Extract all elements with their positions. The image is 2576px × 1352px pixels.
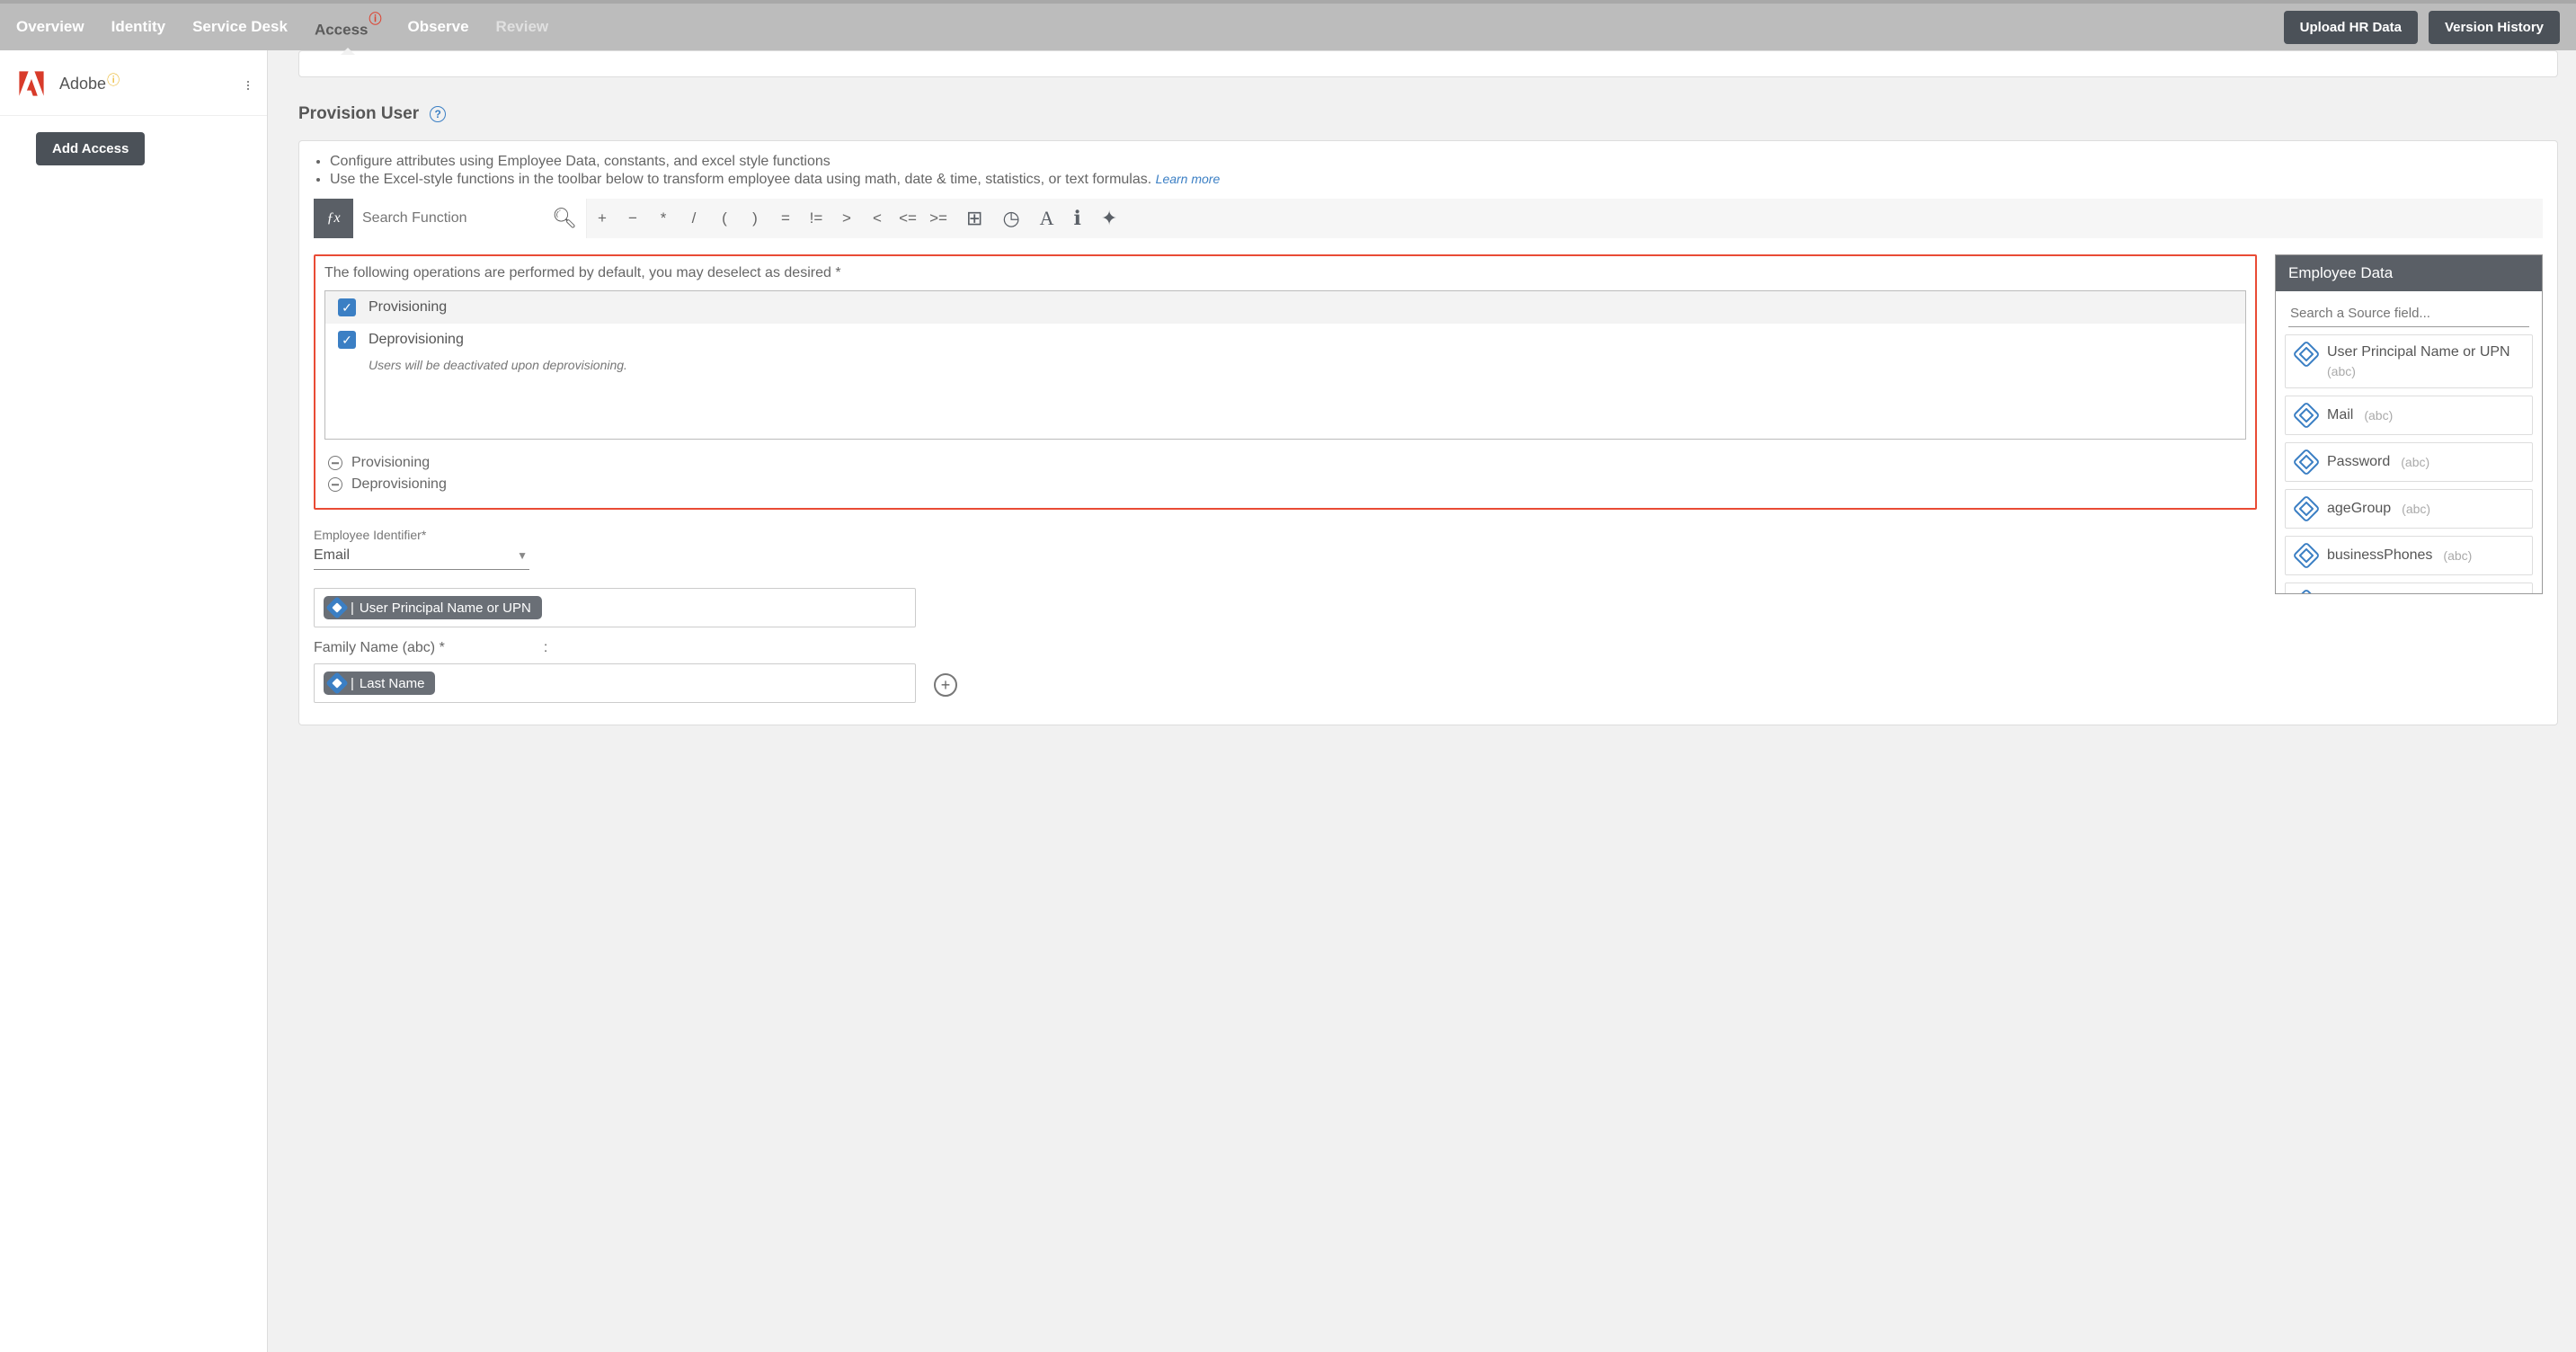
checkbox-provisioning[interactable]: ✓ xyxy=(338,298,356,316)
adobe-logo-icon xyxy=(16,68,47,99)
tab-identity[interactable]: Identity xyxy=(111,4,165,50)
misc-icon[interactable]: ✦ xyxy=(1101,207,1117,230)
employee-data-search[interactable] xyxy=(2288,300,2529,327)
operation-row-provisioning[interactable]: ✓ Provisioning xyxy=(325,291,2245,324)
summary-deprovisioning: Deprovisioning xyxy=(324,474,2246,495)
minus-circle-icon xyxy=(328,456,342,470)
op-lte[interactable]: <= xyxy=(893,199,923,238)
source-icon xyxy=(2292,448,2320,476)
employee-identifier-select[interactable]: Email ▼ xyxy=(314,544,529,570)
app-header: Adobeⓘ ··· xyxy=(0,50,267,116)
employee-data-list[interactable]: User Principal Name or UPN(abc) Mail(abc… xyxy=(2276,334,2542,593)
time-icon[interactable]: ◷ xyxy=(1002,207,1019,230)
select-value: Email xyxy=(314,547,350,564)
note-item: Use the Excel-style functions in the too… xyxy=(330,172,2543,188)
math-icon[interactable]: ⊞ xyxy=(966,207,982,230)
source-icon xyxy=(2292,541,2320,569)
add-access-button[interactable]: Add Access xyxy=(36,132,145,165)
main-content: Provision User ? Configure attributes us… xyxy=(268,50,2576,1352)
app-name: Adobe xyxy=(59,75,106,93)
text-icon[interactable]: A xyxy=(1040,207,1054,230)
operations-box: ✓ Provisioning ✓ Deprovisioning Users wi… xyxy=(324,290,2246,440)
note-item: Configure attributes using Employee Data… xyxy=(330,154,2543,170)
function-toolbar: ƒx 🔍︎ + − * / ( ) = != > < <= > xyxy=(314,199,2543,238)
tab-service-desk[interactable]: Service Desk xyxy=(192,4,288,50)
op-lparen[interactable]: ( xyxy=(709,199,740,238)
notes-list: Configure attributes using Employee Data… xyxy=(314,154,2543,188)
operator-buttons: + − * / ( ) = != > < <= >= xyxy=(587,199,954,238)
warning-icon: ⓘ xyxy=(107,71,120,89)
info-icon[interactable]: ℹ xyxy=(1074,207,1081,230)
op-neq[interactable]: != xyxy=(801,199,831,238)
search-icon[interactable]: 🔍︎ xyxy=(552,207,577,230)
employee-data-title: Employee Data xyxy=(2276,255,2542,291)
op-multiply[interactable]: * xyxy=(648,199,679,238)
more-menu-icon[interactable]: ··· xyxy=(245,79,251,90)
source-field-businessphones[interactable]: businessPhones(abc) xyxy=(2285,536,2533,575)
source-icon xyxy=(2292,340,2320,368)
version-history-button[interactable]: Version History xyxy=(2429,11,2560,44)
source-field-agegroup[interactable]: ageGroup(abc) xyxy=(2285,489,2533,529)
family-name-label: Family Name (abc) * xyxy=(314,640,445,656)
tab-access[interactable]: Accessⓘ xyxy=(315,1,381,54)
operations-highlight: The following operations are performed b… xyxy=(314,254,2257,510)
tab-observe[interactable]: Observe xyxy=(408,4,469,50)
source-icon xyxy=(325,672,348,694)
sidebar: Adobeⓘ ··· Add Access xyxy=(0,50,268,1352)
source-field-city[interactable]: city(abc) xyxy=(2285,583,2533,593)
tab-overview[interactable]: Overview xyxy=(16,4,84,50)
operations-intro: The following operations are performed b… xyxy=(324,265,2246,281)
previous-card-stub xyxy=(298,50,2558,77)
source-field-mail[interactable]: Mail(abc) xyxy=(2285,396,2533,435)
employee-identifier-label: Employee Identifier* xyxy=(314,528,2257,542)
learn-more-link[interactable]: Learn more xyxy=(1156,172,1221,186)
alert-icon: ⓘ xyxy=(369,12,382,26)
operation-label: Provisioning xyxy=(369,299,447,316)
op-plus[interactable]: + xyxy=(587,199,617,238)
summary-provisioning: Provisioning xyxy=(324,452,2246,474)
op-gt[interactable]: > xyxy=(831,199,862,238)
source-field-password[interactable]: Password(abc) xyxy=(2285,442,2533,482)
operation-label: Deprovisioning xyxy=(369,332,464,348)
checkbox-deprovisioning[interactable]: ✓ xyxy=(338,331,356,349)
source-icon xyxy=(2292,588,2320,593)
operation-row-deprovisioning[interactable]: ✓ Deprovisioning xyxy=(325,324,2245,356)
section-title: Provision User xyxy=(298,104,419,124)
category-icons: ⊞ ◷ A ℹ ✦ xyxy=(954,207,1117,230)
tab-review[interactable]: Review xyxy=(496,4,549,50)
operation-note: Users will be deactivated upon deprovisi… xyxy=(325,356,2245,379)
fx-icon: ƒx xyxy=(314,199,353,238)
top-nav: Overview Identity Service Desk Accessⓘ O… xyxy=(0,0,2576,50)
nav-tabs: Overview Identity Service Desk Accessⓘ O… xyxy=(16,1,2284,54)
attribute-row-upn[interactable]: |User Principal Name or UPN xyxy=(314,588,916,627)
minus-circle-icon xyxy=(328,477,342,492)
help-icon[interactable]: ? xyxy=(430,106,446,122)
source-icon xyxy=(2292,401,2320,429)
field-pill-lastname[interactable]: |Last Name xyxy=(324,672,435,695)
provision-panel: Configure attributes using Employee Data… xyxy=(298,140,2558,725)
op-eq[interactable]: = xyxy=(770,199,801,238)
top-actions: Upload HR Data Version History xyxy=(2284,11,2560,44)
op-divide[interactable]: / xyxy=(679,199,709,238)
op-gte[interactable]: >= xyxy=(923,199,954,238)
colon: : xyxy=(544,640,547,656)
upload-hr-data-button[interactable]: Upload HR Data xyxy=(2284,11,2418,44)
source-icon xyxy=(2292,494,2320,522)
op-rparen[interactable]: ) xyxy=(740,199,770,238)
attribute-row-lastname[interactable]: |Last Name xyxy=(314,663,916,703)
function-search[interactable]: 🔍︎ xyxy=(353,199,587,238)
op-minus[interactable]: − xyxy=(617,199,648,238)
source-icon xyxy=(325,596,348,618)
function-search-input[interactable] xyxy=(362,210,552,227)
employee-data-panel: Employee Data User Principal Name or UPN… xyxy=(2275,254,2543,594)
source-field-upn[interactable]: User Principal Name or UPN(abc) xyxy=(2285,334,2533,388)
field-pill-upn[interactable]: |User Principal Name or UPN xyxy=(324,596,542,619)
op-lt[interactable]: < xyxy=(862,199,893,238)
add-attribute-button[interactable]: + xyxy=(934,673,957,697)
chevron-down-icon: ▼ xyxy=(517,549,528,562)
